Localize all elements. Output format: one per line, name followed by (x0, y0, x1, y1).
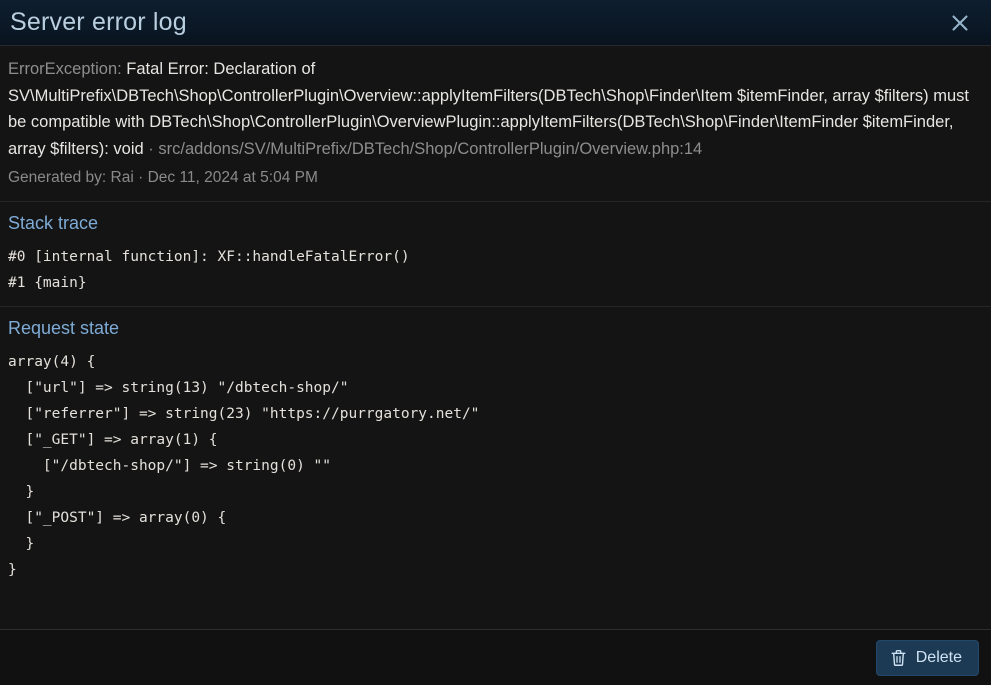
delete-button[interactable]: Delete (875, 639, 979, 676)
error-file-path: src/addons/SV/MultiPrefix/DBTech/Shop/Co… (158, 139, 703, 158)
request-state-section: Request state array(4) { ["url"] => stri… (0, 307, 991, 593)
error-separator: · (143, 139, 159, 158)
request-state-content: array(4) { ["url"] => string(13) "/dbtec… (8, 354, 480, 578)
error-message: ErrorException: Fatal Error: Declaration… (8, 56, 981, 162)
request-state-heading: Request state (8, 318, 120, 338)
dialog-header: Server error log (0, 0, 991, 46)
stack-trace-content: #0 [internal function]: XF::handleFatalE… (8, 249, 410, 291)
dialog-footer: Delete (0, 629, 991, 685)
dialog-body: ErrorException: Fatal Error: Declaration… (0, 46, 991, 629)
delete-button-label: Delete (915, 648, 962, 666)
exception-type: ErrorException: (8, 60, 122, 78)
stack-trace-heading: Stack trace (8, 213, 99, 233)
close-icon[interactable] (945, 8, 975, 38)
stack-trace-section: Stack trace #0 [internal function]: XF::… (0, 202, 991, 307)
server-error-log-dialog: Server error log ErrorException: Fatal E… (0, 0, 991, 685)
trash-icon (890, 649, 907, 667)
error-generated-by: Generated by: Rai · Dec 11, 2024 at 5:04… (8, 169, 318, 186)
error-summary-block: ErrorException: Fatal Error: Declaration… (0, 46, 991, 202)
page-title: Server error log (10, 8, 187, 36)
